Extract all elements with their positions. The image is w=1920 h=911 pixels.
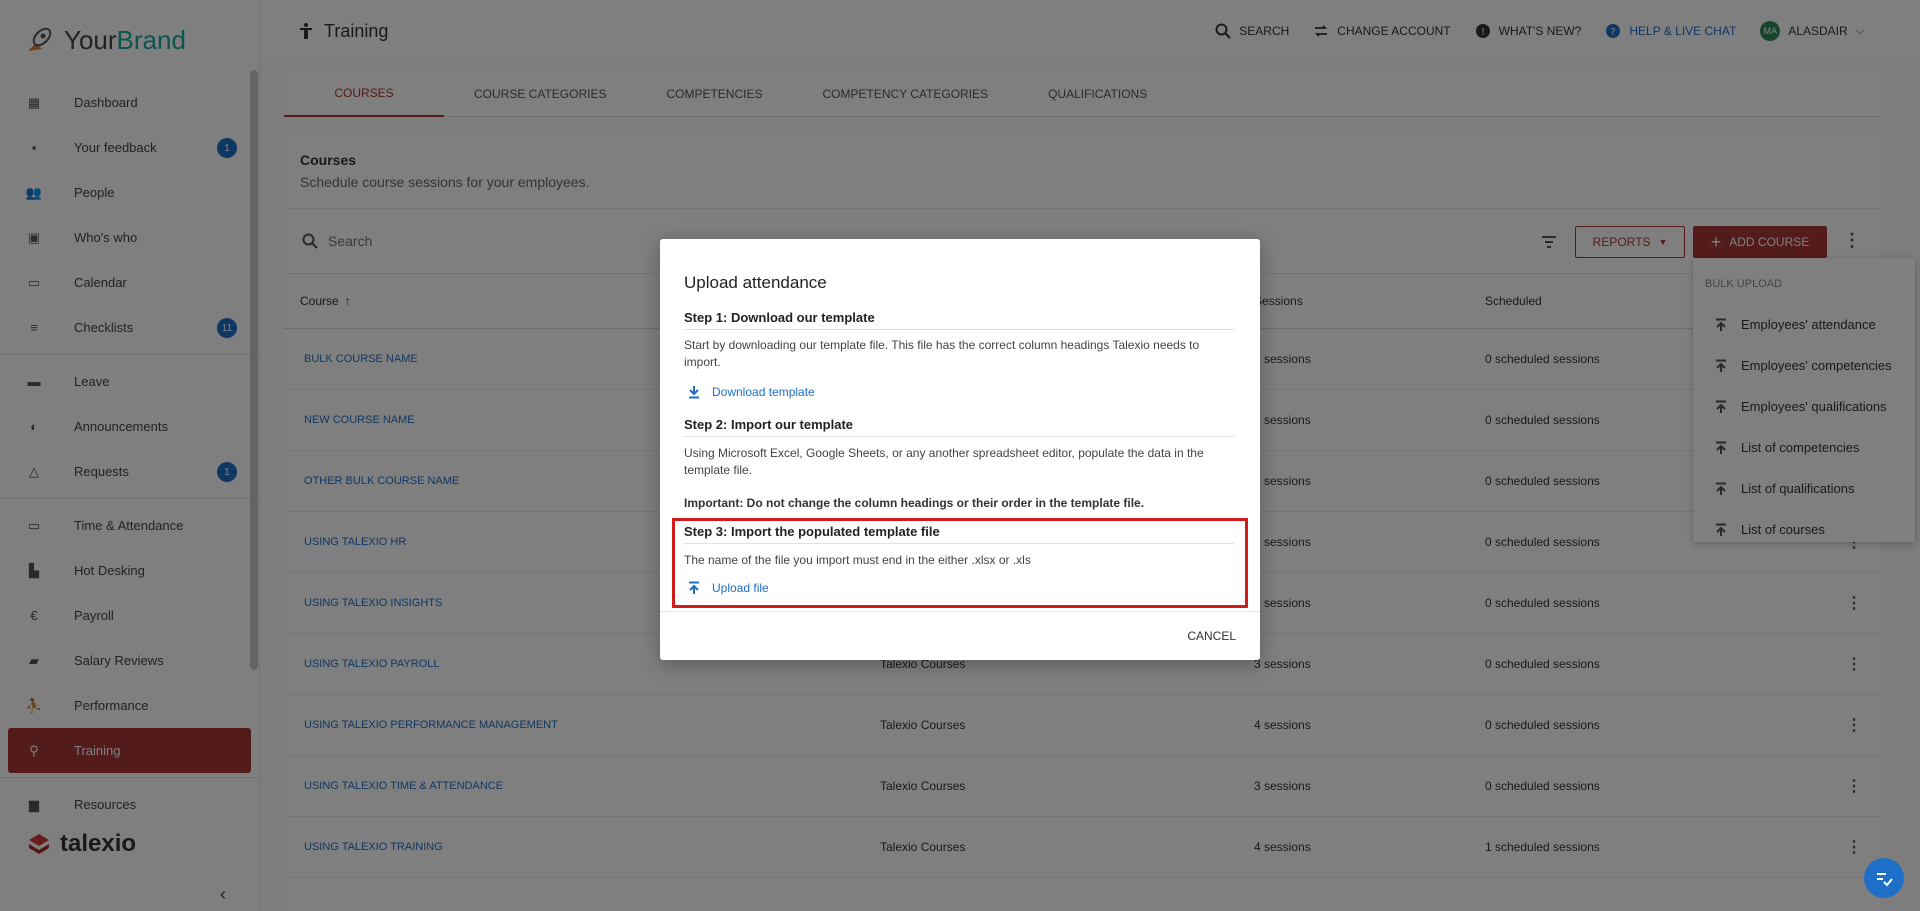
step2-important: Important: Do not change the column head… (684, 496, 1145, 510)
dialog-footer: CANCEL (660, 611, 1260, 660)
upload-attendance-dialog: Upload attendance Step 1: Download our t… (660, 239, 1260, 660)
step3-heading: Step 3: Import the populated template fi… (684, 524, 1234, 544)
checklist-fab[interactable] (1864, 858, 1904, 898)
step2-text: Using Microsoft Excel, Google Sheets, or… (684, 446, 1204, 477)
step1-text: Start by downloading our template file. … (684, 338, 1200, 369)
step2-heading: Step 2: Import our template (684, 417, 1234, 437)
download-icon (689, 386, 699, 399)
step3-text: The name of the file you import must end… (684, 553, 1031, 567)
upload-icon (689, 581, 699, 594)
upload-file-label: Upload file (712, 581, 769, 595)
cancel-button[interactable]: CANCEL (1187, 629, 1236, 643)
checklist-icon (1877, 873, 1893, 887)
download-template-label: Download template (712, 385, 815, 399)
upload-file-link[interactable]: Upload file (688, 581, 769, 595)
dialog-title: Upload attendance (684, 273, 827, 292)
download-template-link[interactable]: Download template (688, 385, 815, 399)
step1-heading: Step 1: Download our template (684, 310, 1234, 330)
